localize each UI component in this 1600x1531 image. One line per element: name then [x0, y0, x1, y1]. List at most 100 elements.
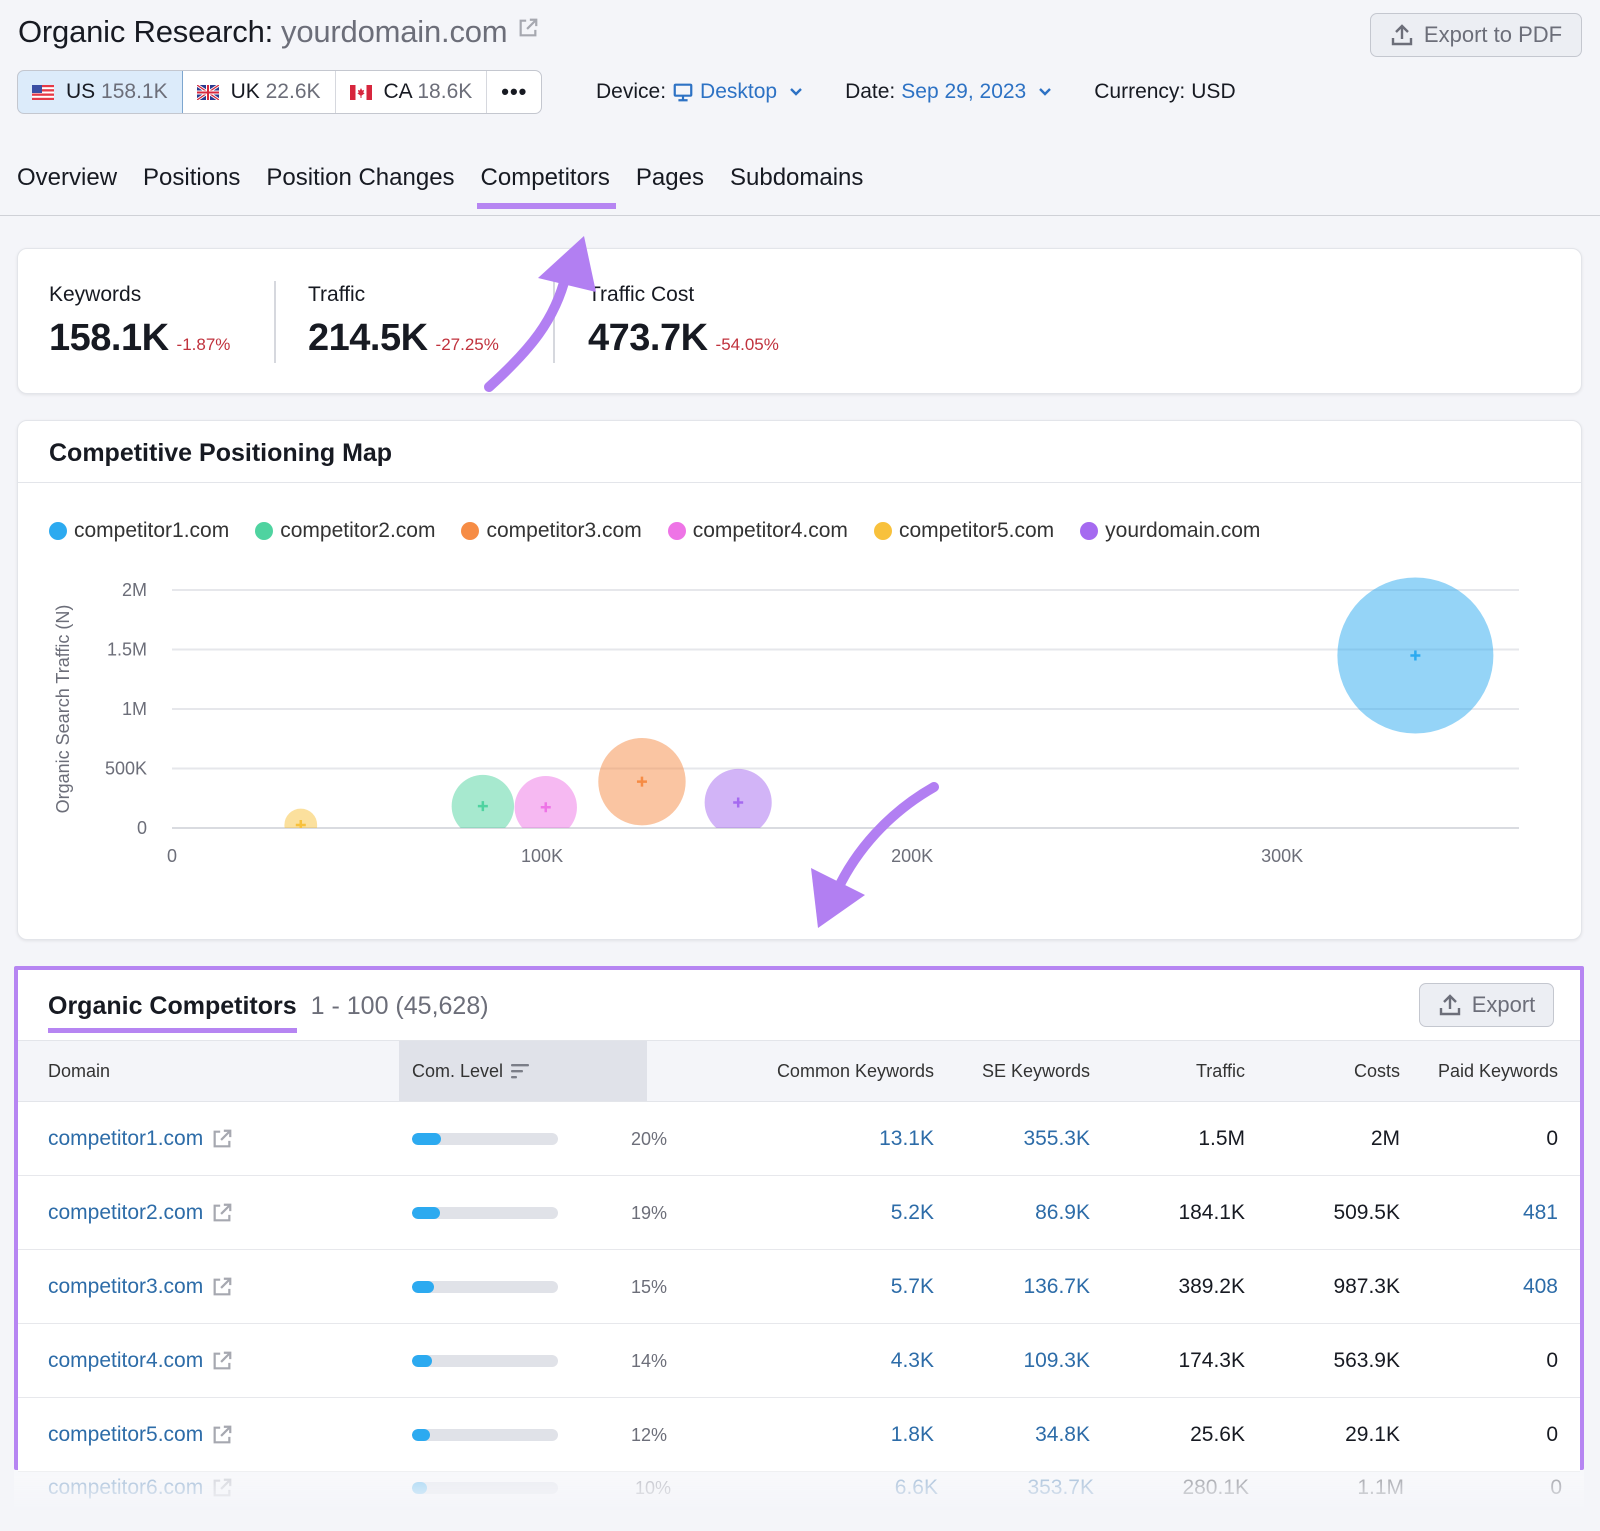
common-keywords-cell[interactable]: 5.7K: [891, 1251, 934, 1323]
cell-value[interactable]: 1.8K: [891, 1423, 934, 1447]
column-se-keywords[interactable]: SE Keywords: [982, 1041, 1090, 1101]
common-keywords-cell[interactable]: 4.3K: [891, 1325, 934, 1397]
percent-text: 15%: [630, 1276, 667, 1297]
date-filter[interactable]: Date: Sep 29, 2023: [845, 80, 1052, 104]
cell-value[interactable]: 136.7K: [1023, 1275, 1090, 1299]
metric-value[interactable]: 473.7K: [588, 317, 708, 360]
database-uk[interactable]: UK 22.6K: [183, 71, 336, 113]
com-level-percent: 20%: [631, 1103, 667, 1175]
se-keywords-cell[interactable]: 353.7K: [1027, 1470, 1094, 1506]
metric-divider: [274, 281, 276, 363]
external-link-icon[interactable]: [517, 17, 539, 39]
common-keywords-cell[interactable]: 5.2K: [891, 1177, 934, 1249]
upload-icon: [1439, 994, 1460, 1016]
competitor-domain-link[interactable]: competitor3.com: [48, 1275, 233, 1299]
se-keywords-cell[interactable]: 86.9K: [1035, 1177, 1090, 1249]
database-code: UK: [230, 80, 260, 103]
domain-cell: competitor6.com: [48, 1470, 233, 1506]
x-tick-label: 300K: [1261, 846, 1303, 866]
com-level-percent: 19%: [631, 1177, 667, 1249]
progress-track: [412, 1281, 558, 1293]
column-com-level[interactable]: Com. Level: [399, 1041, 647, 1101]
uk-flag-icon: [196, 84, 219, 100]
tab-subdomains[interactable]: Subdomains: [730, 164, 863, 208]
metric-value[interactable]: 214.5K: [308, 317, 428, 360]
external-link-icon[interactable]: [211, 1350, 233, 1372]
y-tick-label: 1.5M: [107, 640, 147, 660]
traffic-cell: 280.1K: [1182, 1470, 1249, 1506]
device-filter[interactable]: Device: Desktop: [596, 80, 803, 104]
se-keywords-cell[interactable]: 34.8K: [1035, 1399, 1090, 1471]
page-header: Organic Research: yourdomain.com: [18, 14, 539, 50]
cell-value[interactable]: 109.3K: [1023, 1349, 1090, 1373]
database-us[interactable]: US 158.1K: [18, 71, 183, 113]
metric-traffic: Traffic 214.5K -27.25%: [308, 283, 499, 360]
costs-cell: 987.3K: [1333, 1251, 1400, 1323]
bubble-yourdomain-com: [704, 768, 772, 828]
se-keywords-cell[interactable]: 355.3K: [1023, 1103, 1090, 1175]
tab-competitors[interactable]: Competitors: [476, 164, 617, 209]
competitor-domain-link[interactable]: competitor1.com: [48, 1127, 233, 1151]
export-button[interactable]: Export: [1419, 983, 1554, 1027]
competitor-domain-link[interactable]: competitor2.com: [48, 1201, 233, 1225]
y-axis-label: Organic Search Traffic (N): [53, 605, 73, 814]
target-domain[interactable]: yourdomain.com: [281, 14, 508, 49]
competitor-domain-link[interactable]: competitor6.com: [48, 1476, 233, 1500]
tab-pages[interactable]: Pages: [636, 164, 704, 208]
cell-value: 184.1K: [1178, 1201, 1245, 1224]
cell-value[interactable]: 353.7K: [1027, 1476, 1094, 1500]
cell-value[interactable]: 5.2K: [891, 1201, 934, 1225]
external-link-icon[interactable]: [211, 1128, 233, 1150]
paid-keywords-cell[interactable]: 481: [1523, 1177, 1558, 1249]
column-paid-keywords[interactable]: Paid Keywords: [1438, 1041, 1558, 1101]
metric-delta: -27.25%: [435, 335, 499, 354]
common-keywords-cell[interactable]: 6.6K: [895, 1470, 938, 1506]
cell-value[interactable]: 355.3K: [1023, 1127, 1090, 1151]
com-level-percent: 15%: [631, 1251, 667, 1323]
cell-value[interactable]: 5.7K: [891, 1275, 934, 1299]
common-keywords-cell[interactable]: 1.8K: [891, 1399, 934, 1471]
se-keywords-cell[interactable]: 136.7K: [1023, 1251, 1090, 1323]
bubble-competitor3-com: [598, 738, 686, 826]
domain-cell: competitor1.com: [48, 1103, 233, 1175]
tab-overview[interactable]: Overview: [17, 164, 117, 208]
external-link-icon[interactable]: [211, 1424, 233, 1446]
cell-value: 174.3K: [1178, 1349, 1245, 1372]
external-link-icon[interactable]: [211, 1276, 233, 1298]
common-keywords-cell[interactable]: 13.1K: [879, 1103, 934, 1175]
competitor-domain-link[interactable]: competitor4.com: [48, 1349, 233, 1373]
more-databases-button[interactable]: •••: [487, 71, 541, 113]
export-to-pdf-button[interactable]: Export to PDF: [1370, 13, 1582, 57]
ca-flag-icon: [349, 84, 372, 100]
costs-cell: 1.1M: [1357, 1470, 1404, 1506]
cell-value[interactable]: 13.1K: [879, 1127, 934, 1151]
traffic-cell: 184.1K: [1178, 1177, 1245, 1249]
domain-text: competitor2.com: [48, 1201, 204, 1224]
cell-value[interactable]: 34.8K: [1035, 1423, 1090, 1447]
cell-value[interactable]: 4.3K: [891, 1349, 934, 1373]
page-title-text: Organic Research:: [18, 14, 274, 49]
cell-value: 25.6K: [1190, 1423, 1245, 1446]
x-tick-label: 200K: [891, 846, 933, 866]
se-keywords-cell[interactable]: 109.3K: [1023, 1325, 1090, 1397]
metric-value[interactable]: 158.1K: [49, 317, 169, 360]
external-link-icon[interactable]: [211, 1477, 233, 1499]
cell-value[interactable]: 408: [1523, 1275, 1558, 1299]
costs-cell: 563.9K: [1333, 1325, 1400, 1397]
column-common-keywords[interactable]: Common Keywords: [777, 1041, 934, 1101]
column-domain[interactable]: Domain: [48, 1041, 110, 1101]
cell-value: 389.2K: [1178, 1275, 1245, 1298]
cell-value: 1.1M: [1357, 1476, 1404, 1499]
cell-value[interactable]: 481: [1523, 1201, 1558, 1225]
tab-positions[interactable]: Positions: [143, 164, 240, 208]
paid-keywords-cell[interactable]: 408: [1523, 1251, 1558, 1323]
competitor-domain-link[interactable]: competitor5.com: [48, 1423, 233, 1447]
positioning-map-card: Competitive Positioning Map competitor1.…: [17, 420, 1582, 940]
column-costs[interactable]: Costs: [1354, 1041, 1400, 1101]
cell-value[interactable]: 6.6K: [895, 1476, 938, 1500]
database-ca[interactable]: CA 18.6K: [336, 71, 488, 113]
column-traffic[interactable]: Traffic: [1196, 1041, 1245, 1101]
external-link-icon[interactable]: [211, 1202, 233, 1224]
cell-value[interactable]: 86.9K: [1035, 1201, 1090, 1225]
tab-position-changes[interactable]: Position Changes: [266, 164, 454, 208]
